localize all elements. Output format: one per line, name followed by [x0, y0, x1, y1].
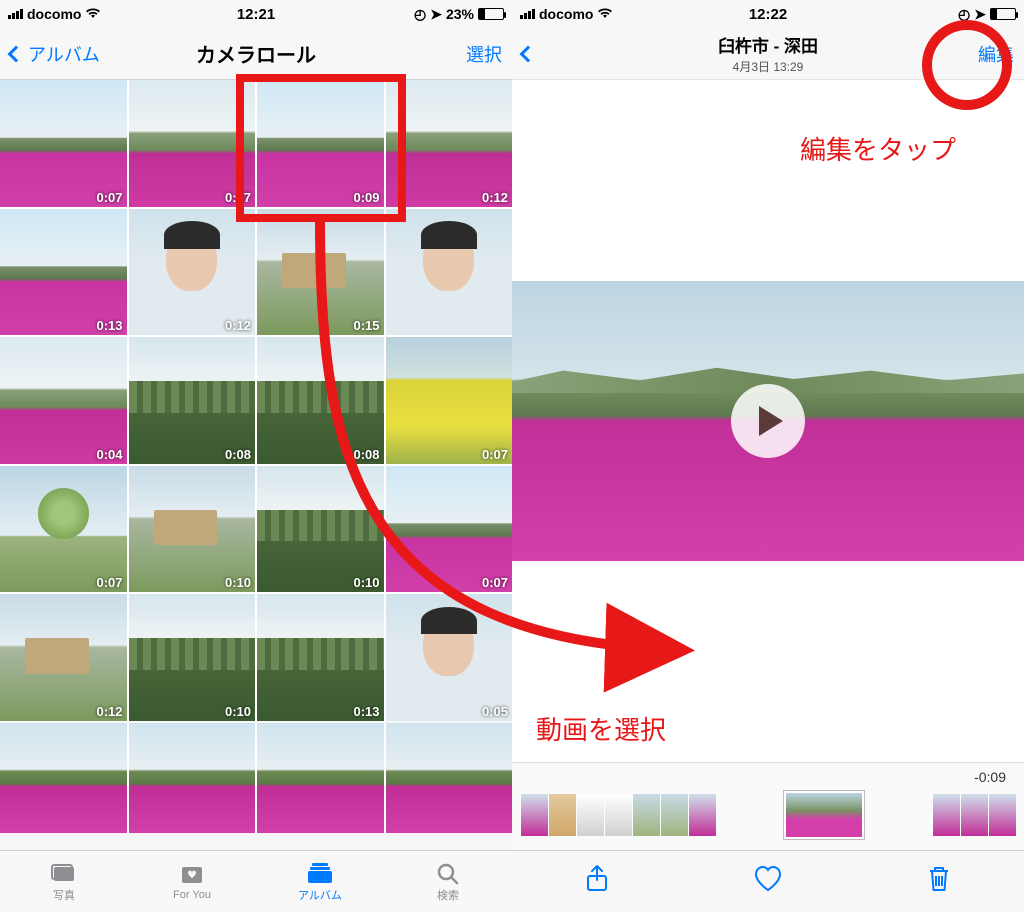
location-title: 臼杵市 - 深田	[512, 32, 1024, 57]
status-bar: docomo 12:22 ◴ ➤	[512, 0, 1024, 28]
video-thumb[interactable]: 0:04	[0, 337, 127, 464]
foryou-tab-icon	[178, 863, 206, 887]
annotation-text-edit: 編集をタップ	[800, 130, 956, 167]
video-thumb[interactable]	[257, 723, 384, 833]
back-label: アルバム	[28, 41, 100, 67]
timeline-thumb[interactable]	[604, 794, 632, 836]
timeline-current-thumb[interactable]	[784, 791, 864, 839]
tab-albums[interactable]: アルバム	[256, 851, 384, 912]
navbar: 臼杵市 - 深田 4月3日 13:29 編集	[512, 28, 1024, 80]
video-thumb[interactable]: 0:12	[0, 594, 127, 721]
video-thumb[interactable]: 0:05	[386, 594, 513, 721]
tab-foryou[interactable]: For You	[128, 851, 256, 912]
status-bar: docomo 12:21 ◴ ➤ 23%	[0, 0, 512, 28]
video-thumb[interactable]: 0:07	[386, 466, 513, 593]
timeline-thumb[interactable]	[660, 794, 688, 836]
status-time: 12:22	[512, 6, 1024, 23]
video-thumb[interactable]: 0:10	[129, 594, 256, 721]
video-thumb[interactable]	[0, 723, 127, 833]
video-preview-area	[512, 80, 1024, 762]
edit-button[interactable]: 編集	[978, 41, 1014, 67]
screen-camera-roll: docomo 12:21 ◴ ➤ 23% アルバム カメラロール 選択	[0, 0, 512, 912]
video-thumb[interactable]: 0:09	[257, 80, 384, 207]
tab-search[interactable]: 検索	[384, 851, 512, 912]
video-thumb[interactable]: 0:07	[0, 80, 127, 207]
remaining-time: -0:09	[512, 763, 1024, 785]
navbar: アルバム カメラロール 選択	[0, 28, 512, 80]
trash-button[interactable]	[926, 864, 952, 899]
annotation-text-select: 動画を選択	[536, 710, 666, 747]
photos-tab-icon	[50, 861, 78, 885]
video-thumb[interactable]: 0:08	[129, 337, 256, 464]
albums-tab-icon	[306, 861, 334, 885]
timeline-thumb[interactable]	[932, 794, 960, 836]
play-button[interactable]	[731, 384, 805, 458]
tab-bar: 写真 For You アルバム 検索	[0, 850, 512, 912]
share-button[interactable]	[584, 864, 610, 899]
video-thumb[interactable]: 0:10	[129, 466, 256, 593]
video-thumb[interactable]: 0:10	[257, 466, 384, 593]
battery-icon	[478, 8, 504, 20]
timeline-thumb[interactable]	[520, 794, 548, 836]
timeline-thumb[interactable]	[576, 794, 604, 836]
video-thumb[interactable]: 0:13	[0, 209, 127, 336]
thumbnail-grid[interactable]: 0:07 0:07 0:09 0:12 0:13 0:12 0:15 0:04 …	[0, 80, 512, 721]
back-button[interactable]: アルバム	[10, 41, 100, 67]
timeline-thumb[interactable]	[988, 794, 1016, 836]
date-subtitle: 4月3日 13:29	[512, 58, 1024, 75]
favorite-button[interactable]	[753, 865, 783, 898]
bottom-toolbar	[512, 850, 1024, 912]
video-preview[interactable]	[512, 281, 1024, 561]
back-button[interactable]	[522, 48, 538, 60]
video-thumb[interactable]: 0:13	[257, 594, 384, 721]
video-thumb[interactable]: 0:07	[386, 337, 513, 464]
timeline-thumb[interactable]	[688, 794, 716, 836]
chevron-left-icon	[8, 45, 25, 62]
select-button[interactable]: 選択	[466, 41, 502, 67]
timeline-thumb[interactable]	[632, 794, 660, 836]
search-tab-icon	[434, 861, 462, 885]
battery-icon	[990, 8, 1016, 20]
timeline-thumb[interactable]	[548, 794, 576, 836]
video-thumb[interactable]: 0:08	[257, 337, 384, 464]
video-thumb[interactable]	[386, 723, 513, 833]
scrubber[interactable]: -0:09	[512, 762, 1024, 850]
tab-photos[interactable]: 写真	[0, 851, 128, 912]
video-thumb[interactable]: 0:12	[386, 80, 513, 207]
video-thumb[interactable]	[386, 209, 513, 336]
status-time: 12:21	[0, 6, 512, 23]
video-thumb[interactable]: 0:12	[129, 209, 256, 336]
video-thumb[interactable]: 0:07	[0, 466, 127, 593]
chevron-left-icon	[520, 45, 537, 62]
video-thumb[interactable]	[129, 723, 256, 833]
timeline-thumb[interactable]	[960, 794, 988, 836]
video-thumb[interactable]: 0:07	[129, 80, 256, 207]
video-thumb[interactable]: 0:15	[257, 209, 384, 336]
